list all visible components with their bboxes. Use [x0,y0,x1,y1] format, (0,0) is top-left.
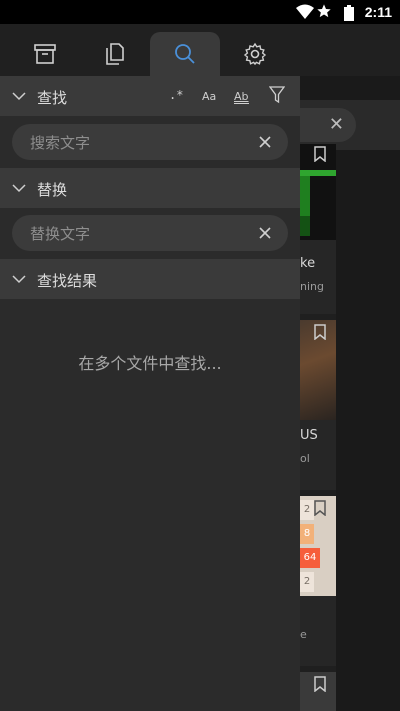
clear-icon[interactable] [258,135,272,149]
bookmark-icon [314,676,326,692]
star-icon [317,4,331,18]
tab-settings[interactable] [220,32,290,76]
card-title: ke [300,256,316,271]
tab-search[interactable] [150,32,220,76]
find-input[interactable] [28,124,252,162]
chevron-down-icon [12,92,26,101]
match-case-option[interactable]: Aa [202,90,216,103]
files-icon [106,43,124,65]
whole-word-option[interactable]: Ab [234,90,249,104]
list-item: US ol [300,320,336,490]
gear-icon [243,42,267,66]
list-item: ke ning [300,144,336,314]
wifi-icon [296,4,314,19]
replace-input[interactable] [28,215,252,253]
close-icon: ✕ [328,114,344,135]
find-section-title: 查找 [37,89,68,107]
filter-icon[interactable] [269,86,285,104]
tile: 8 [300,524,314,544]
results-section-header[interactable]: 查找结果 [0,259,300,299]
card-subtitle: e [300,628,307,641]
regex-option[interactable]: .* [169,88,183,102]
replace-section-title: 替换 [37,181,68,199]
bookmark-icon [314,146,326,162]
drawer-tab-bar [0,24,300,76]
clear-icon[interactable] [258,226,272,240]
tab-files[interactable] [80,32,150,76]
tile: 2 [300,500,314,520]
tab-archive[interactable] [10,32,80,76]
card-subtitle: ning [300,280,324,293]
find-section-header[interactable]: 查找 .* Aa Ab [0,76,300,116]
search-icon [175,44,195,64]
bookmark-icon [314,324,326,340]
list-item: 2 8 64 2 e [300,496,336,666]
card-title: US [300,428,318,443]
replace-section-header[interactable]: 替换 [0,168,300,208]
list-item [300,672,336,711]
battery-icon [344,5,354,21]
tile: 2 [300,572,314,592]
tile: 64 [300,548,320,568]
replace-field[interactable] [12,215,288,253]
chevron-down-icon [12,184,26,193]
status-bar: 2:11 [0,0,400,24]
results-empty-message: 在多个文件中查找... [78,354,222,373]
chevron-down-icon [12,275,26,284]
find-field[interactable] [12,124,288,162]
search-drawer: 查找 .* Aa Ab 替换 查找结果 在多个文件中查找... [0,24,300,711]
results-section-title: 查找结果 [37,272,98,290]
status-time: 2:11 [364,4,392,20]
bookmark-icon [314,500,326,516]
archive-icon [34,44,56,64]
card-subtitle: ol [300,452,310,465]
